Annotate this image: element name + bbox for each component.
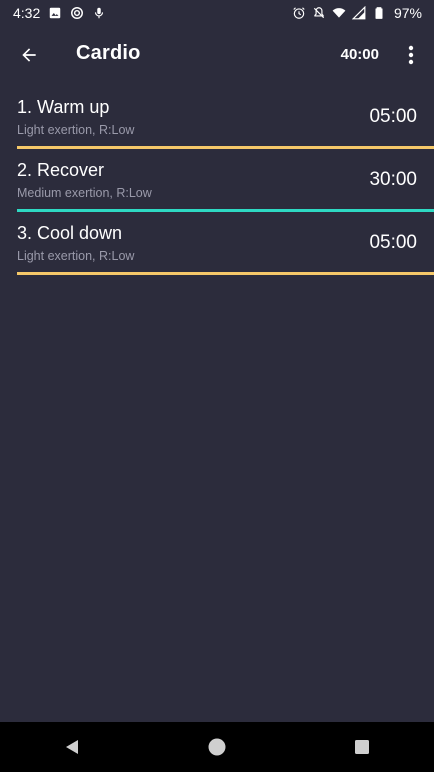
- steps-list: 1. Warm up Light exertion, R:Low 05:00 2…: [0, 86, 434, 275]
- total-time: 40:00: [340, 46, 379, 63]
- status-right: 97%: [292, 5, 422, 21]
- back-button[interactable]: [14, 40, 44, 70]
- screen: 4:32 97% Cardio 40:00 1. Warm up Light e…: [0, 0, 434, 772]
- nav-recents-button[interactable]: [342, 727, 382, 767]
- step-detail: Light exertion, R:Low: [17, 249, 135, 263]
- signal-icon: [351, 6, 366, 20]
- navigation-bar: [0, 722, 434, 772]
- alarm-icon: [292, 6, 306, 20]
- page-title: Cardio: [76, 42, 141, 64]
- recents-square-icon: [354, 740, 369, 754]
- status-bar: 4:32 97%: [0, 0, 434, 26]
- status-time: 4:32: [13, 5, 41, 21]
- battery-icon: [372, 6, 386, 20]
- step-time: 05:00: [369, 232, 417, 253]
- mic-icon: [92, 6, 106, 20]
- step-time: 05:00: [369, 106, 417, 127]
- image-icon: [48, 6, 62, 20]
- step-name: 3. Cool down: [17, 223, 123, 243]
- arrow-back-icon: [22, 48, 36, 62]
- list-item[interactable]: 2. Recover Medium exertion, R:Low 30:00: [0, 149, 434, 212]
- step-time: 30:00: [369, 169, 417, 190]
- step-intensity-line: [17, 272, 434, 275]
- back-triangle-icon: [66, 740, 79, 754]
- sync-icon: [70, 6, 84, 20]
- wifi-icon: [332, 6, 346, 20]
- more-vert-icon: [408, 45, 414, 65]
- status-left: 4:32: [13, 5, 106, 21]
- app-bar: Cardio 40:00: [0, 26, 434, 84]
- nav-home-button[interactable]: [197, 727, 237, 767]
- step-name: 2. Recover: [17, 160, 105, 180]
- step-detail: Light exertion, R:Low: [17, 123, 135, 137]
- list-item[interactable]: 1. Warm up Light exertion, R:Low 05:00: [0, 86, 434, 149]
- more-options-button[interactable]: [402, 40, 420, 70]
- list-item[interactable]: 3. Cool down Light exertion, R:Low 05:00: [0, 212, 434, 275]
- home-circle-icon: [208, 738, 226, 756]
- step-name: 1. Warm up: [17, 97, 110, 117]
- battery-percentage: 97%: [393, 5, 422, 21]
- notifications-off-icon: [312, 6, 326, 20]
- step-detail: Medium exertion, R:Low: [17, 186, 152, 200]
- nav-back-button[interactable]: [52, 727, 92, 767]
